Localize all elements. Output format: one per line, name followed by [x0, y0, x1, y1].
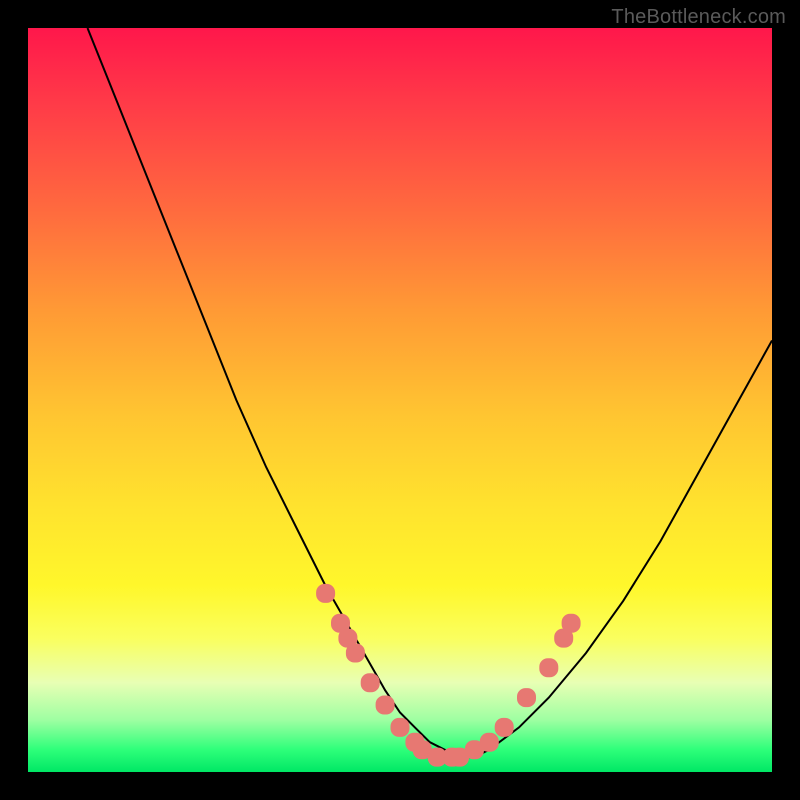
curve-marker — [317, 584, 335, 602]
curve-marker — [346, 644, 364, 662]
curve-marker — [361, 674, 379, 692]
curve-marker — [562, 614, 580, 632]
plot-area — [28, 28, 772, 772]
watermark-text: TheBottleneck.com — [611, 6, 786, 29]
curve-marker — [376, 696, 394, 714]
curve-markers — [317, 584, 580, 766]
curve-marker — [480, 733, 498, 751]
bottleneck-curve — [88, 28, 773, 757]
curve-marker — [391, 718, 409, 736]
curve-marker — [495, 718, 513, 736]
curve-svg — [28, 28, 772, 772]
curve-marker — [540, 659, 558, 677]
chart-frame: TheBottleneck.com — [0, 0, 800, 800]
curve-marker — [518, 689, 536, 707]
